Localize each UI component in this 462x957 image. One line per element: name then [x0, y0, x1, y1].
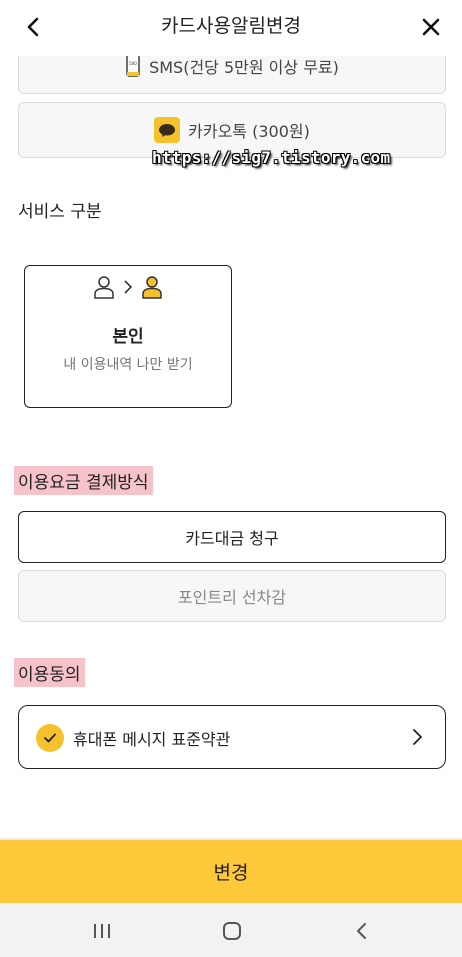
card-billing-label: 카드대금 청구: [185, 529, 279, 548]
chevron-right-icon: [413, 729, 422, 745]
submit-button[interactable]: 변경: [0, 840, 462, 903]
close-button[interactable]: [416, 12, 446, 42]
payment-section-title: 이용요금 결제방식: [14, 466, 153, 495]
service-card-desc: 내 이용내역 나만 받기: [63, 357, 193, 373]
system-nav-bar: [0, 903, 462, 957]
system-back-button[interactable]: [348, 917, 376, 945]
phone-icon: 500: [125, 54, 141, 78]
service-self-card[interactable]: 본인 내 이용내역 나만 받기: [24, 265, 232, 408]
agreement-section-title: 이용동의: [14, 658, 85, 687]
kakaotalk-icon: [154, 117, 181, 143]
check-icon[interactable]: [36, 724, 64, 752]
recent-apps-icon: [94, 924, 110, 938]
chevron-right-icon: [124, 280, 133, 294]
service-section-title: 서비스 구분: [18, 202, 102, 222]
terms-label: 휴대폰 메시지 표준약관: [73, 730, 231, 749]
home-icon: [223, 922, 241, 940]
page-title: 카드사용알림변경: [161, 15, 301, 37]
person-filled-icon: [142, 276, 162, 299]
top-bar: 카드사용알림변경: [0, 0, 462, 56]
close-icon: [422, 18, 440, 36]
svg-text:500: 500: [129, 61, 137, 66]
person-outline-icon: [94, 276, 114, 299]
point-deduct-button[interactable]: 포인트리 선차감: [18, 570, 446, 622]
card-billing-button[interactable]: 카드대금 청구: [18, 511, 446, 563]
recent-apps-button[interactable]: [88, 917, 116, 945]
back-arrow-icon: [357, 923, 366, 939]
terms-agreement-row[interactable]: 휴대폰 메시지 표준약관: [18, 705, 446, 769]
point-deduct-label: 포인트리 선차감: [177, 588, 287, 607]
kakao-option-label: 카카오톡 (300원): [188, 122, 310, 141]
submit-label: 변경: [213, 862, 249, 884]
watermark-text: https://sig7.tistory.com: [152, 148, 391, 167]
service-icons: [25, 274, 231, 300]
sms-option-label: SMS(건당 5만원 이상 무료): [149, 58, 339, 77]
home-button[interactable]: [218, 917, 246, 945]
service-card-name: 본인: [112, 327, 144, 347]
